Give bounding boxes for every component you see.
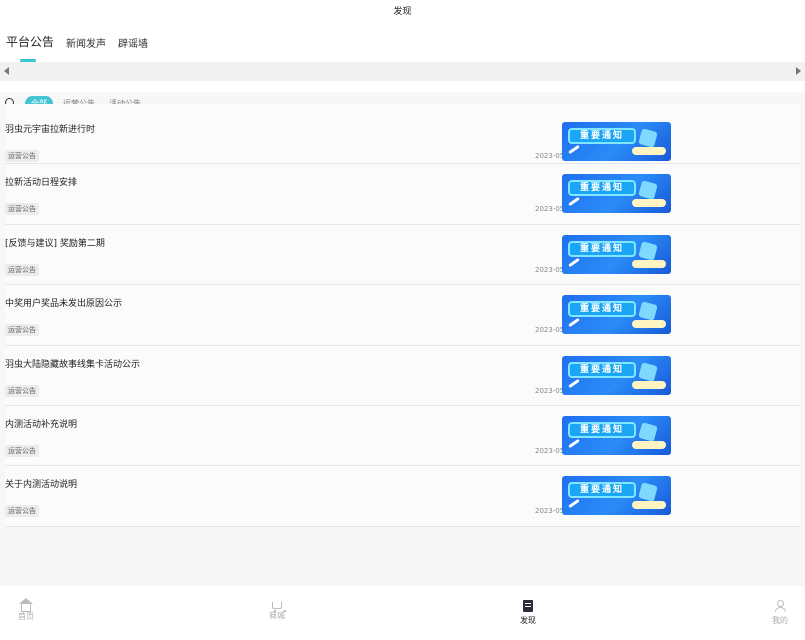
list-item[interactable]: 中奖用户奖品未发出原因公示 运营公告 2023-05 重要通知 — [5, 285, 800, 346]
article-thumbnail: 重要通知 — [562, 415, 671, 455]
rocket-icon — [568, 499, 580, 509]
bottom-navigation: 首页 商城 发现 我的 — [0, 586, 805, 640]
user-icon — [774, 600, 786, 612]
scroll-left-icon[interactable] — [4, 67, 9, 75]
coins-icon — [632, 259, 666, 268]
article-title: 羽虫元宇宙拉新进行时 — [5, 125, 96, 135]
list-item[interactable]: 拉新活动日程安排 运营公告 2023-05 重要通知 — [5, 164, 800, 225]
list-item[interactable]: 关于内测活动说明 运营公告 2023-05 重要通知 — [5, 466, 800, 527]
article-title: 关于内测活动说明 — [5, 480, 78, 491]
cube-icon — [638, 422, 658, 442]
rocket-icon — [568, 318, 580, 328]
nav-home-label: 首页 — [18, 612, 34, 621]
article-thumbnail: 重要通知 — [562, 355, 671, 395]
article-date: 2023-05 — [535, 205, 565, 214]
nav-home[interactable]: 首页 — [6, 598, 46, 622]
notice-banner: 重要通知 — [568, 421, 636, 438]
announcement-content: 全部 运营公告 活动公告 羽虫元宇宙拉新进行时 运营公告 2023-05 重要通… — [0, 92, 805, 586]
list-item[interactable]: 羽虫大陆隐藏故事线集卡活动公示 运营公告 2023-05 重要通知 — [5, 346, 800, 406]
nav-mall-label: 商城 — [269, 611, 285, 620]
notice-banner: 重要通知 — [568, 482, 636, 499]
list-item[interactable]: 羽虫元宇宙拉新进行时 运营公告 2023-05 重要通知 — [5, 104, 800, 165]
article-date: 2023-05 — [535, 152, 565, 160]
tab-platform-announcements[interactable]: 平台公告 — [6, 28, 54, 62]
cube-icon — [638, 361, 658, 382]
article-thumbnail: 重要通知 — [562, 234, 671, 274]
nav-discover-label: 发现 — [520, 616, 536, 625]
rocket-icon — [568, 144, 580, 155]
article-title: [反馈与建议] 奖励第二期 — [5, 238, 105, 249]
nav-mine[interactable]: 我的 — [760, 600, 800, 626]
article-tag: 运营公告 — [5, 444, 39, 457]
article-thumbnail: 重要通知 — [562, 295, 671, 335]
article-title: 中奖用户奖品未发出原因公示 — [5, 299, 123, 310]
rocket-icon — [568, 257, 580, 267]
thumb-text: 重要通知 — [579, 183, 624, 194]
thumb-text: 重要通知 — [579, 424, 624, 435]
article-tag: 运营公告 — [5, 263, 39, 276]
article-tag: 运营公告 — [5, 324, 39, 337]
tab-news[interactable]: 新闻发声 — [66, 28, 106, 50]
notice-banner: 重要通知 — [568, 128, 636, 144]
document-icon — [523, 600, 533, 612]
notice-banner: 重要通知 — [568, 240, 636, 257]
thumb-text: 重要通知 — [579, 131, 624, 141]
coins-icon — [632, 440, 666, 449]
article-title: 羽虫大陆隐藏故事线集卡活动公示 — [5, 359, 141, 370]
list-item[interactable]: [反馈与建议] 奖励第二期 运营公告 2023-05 重要通知 — [5, 225, 800, 286]
coins-icon — [632, 380, 666, 389]
nav-mall[interactable]: 商城 — [257, 600, 297, 621]
notice-banner: 重要通知 — [568, 361, 636, 378]
home-icon — [19, 598, 33, 612]
coins-icon — [632, 147, 666, 155]
cube-icon — [638, 482, 658, 503]
tab-rumor-wall[interactable]: 辟谣墙 — [118, 28, 148, 50]
thumb-text: 重要通知 — [579, 364, 624, 375]
article-thumbnail: 重要通知 — [562, 476, 671, 516]
cube-icon — [638, 128, 658, 148]
thumb-text: 重要通知 — [579, 243, 624, 254]
article-date: 2023-05 — [535, 507, 565, 516]
thumb-text: 重要通知 — [579, 485, 624, 496]
article-date: 2023-05 — [535, 446, 565, 455]
page-title: 发现 — [393, 7, 412, 17]
article-title: 内测活动补充说明 — [5, 419, 78, 430]
notice-banner: 重要通知 — [568, 301, 636, 318]
cube-icon — [638, 240, 658, 261]
article-date: 2023-05 — [535, 265, 565, 274]
notice-banner: 重要通知 — [568, 180, 636, 197]
coins-icon — [632, 199, 666, 208]
list-item[interactable]: 内测活动补充说明 运营公告 2023-05 重要通知 — [5, 406, 800, 467]
cube-icon — [638, 180, 658, 201]
coins-icon — [632, 501, 666, 510]
cart-icon — [272, 602, 286, 612]
article-tag: 运营公告 — [5, 384, 39, 397]
rocket-icon — [568, 197, 580, 207]
rocket-icon — [568, 438, 580, 449]
article-thumbnail: 重要通知 — [562, 174, 671, 214]
article-tag: 运营公告 — [5, 203, 39, 216]
rocket-icon — [568, 378, 580, 388]
category-tabs: 平台公告 新闻发声 辟谣墙 — [6, 28, 160, 62]
announcement-list: 羽虫元宇宙拉新进行时 运营公告 2023-05 重要通知 拉新活动日程安排 运营… — [5, 104, 800, 527]
cube-icon — [638, 301, 658, 321]
thumb-text: 重要通知 — [579, 304, 624, 315]
nav-discover[interactable]: 发现 — [508, 600, 548, 626]
scroll-right-icon[interactable] — [796, 67, 801, 75]
article-thumbnail: 重要通知 — [562, 122, 671, 161]
article-title: 拉新活动日程安排 — [5, 178, 78, 189]
nav-mine-label: 我的 — [772, 616, 788, 625]
article-tag: 运营公告 — [5, 505, 39, 518]
coins-icon — [632, 320, 666, 329]
horizontal-scrollbar[interactable] — [0, 62, 805, 81]
article-tag: 运营公告 — [5, 150, 39, 162]
article-date: 2023-05 — [535, 386, 565, 395]
article-date: 2023-05 — [535, 326, 565, 335]
